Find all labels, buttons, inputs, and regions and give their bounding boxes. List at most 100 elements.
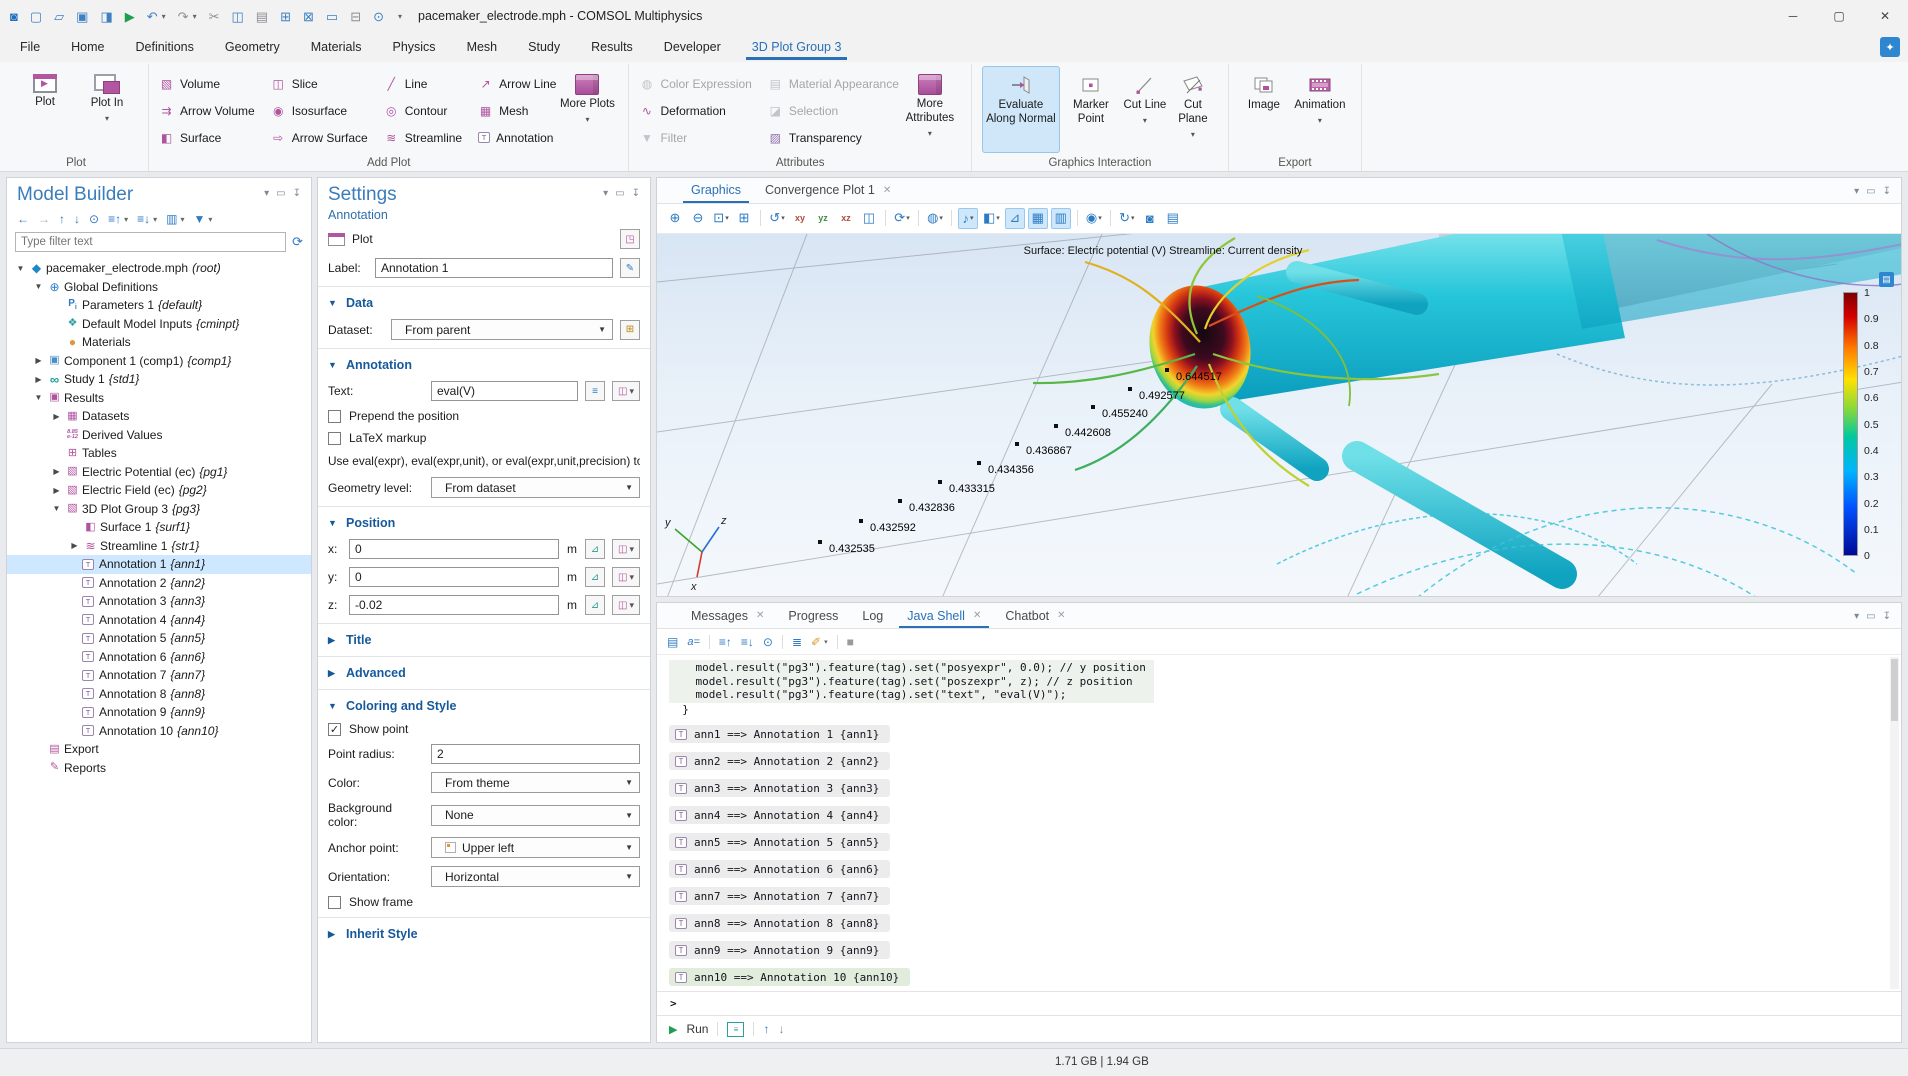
view-xy-icon[interactable]: xy bbox=[790, 208, 810, 229]
section-position[interactable]: ▼Position bbox=[328, 516, 640, 530]
history-up-icon[interactable]: ↑ bbox=[763, 1022, 769, 1036]
tab-geometry[interactable]: Geometry bbox=[223, 34, 282, 60]
marker-point-button[interactable]: Marker Point bbox=[1060, 66, 1122, 153]
pin-panel-icon[interactable]: ↧ bbox=[1883, 611, 1891, 628]
tab-3d-plot-group-3[interactable]: 3D Plot Group 3 bbox=[750, 34, 844, 60]
tab-progress[interactable]: Progress bbox=[776, 603, 850, 628]
tree-node-annotation-7[interactable]: TAnnotation 7{ann7} bbox=[7, 666, 311, 685]
pin-panel-icon[interactable]: ↧ bbox=[632, 188, 640, 199]
tree-node-derived-values[interactable]: 8.85e-12Derived Values bbox=[7, 426, 311, 445]
tree-node-materials[interactable]: ●Materials bbox=[7, 333, 311, 352]
show-legend-icon[interactable]: ▥ bbox=[1051, 208, 1071, 229]
back-icon[interactable]: ← bbox=[17, 212, 29, 226]
background-color-select[interactable]: None▼ bbox=[431, 805, 640, 826]
filter-icon[interactable]: ▼ bbox=[193, 212, 205, 226]
history-down-icon[interactable]: ↓ bbox=[778, 1022, 784, 1036]
run-icon[interactable]: ▶ bbox=[669, 1023, 677, 1036]
view-yz-icon[interactable]: yz bbox=[813, 208, 833, 229]
move-up-icon[interactable]: ↑ bbox=[59, 212, 65, 226]
tree-filter-input[interactable] bbox=[15, 232, 286, 252]
zoom-box-icon[interactable]: ⊡▾ bbox=[711, 208, 731, 229]
y-position-input[interactable] bbox=[349, 567, 559, 587]
add-line-button[interactable]: ╱Line bbox=[384, 77, 462, 91]
pin-panel-icon[interactable]: ↧ bbox=[293, 188, 301, 199]
run-button[interactable]: Run bbox=[686, 1022, 708, 1036]
tree-node-global-definitions[interactable]: ▼⊕Global Definitions bbox=[7, 278, 311, 297]
tab-java-shell[interactable]: Java Shell✕ bbox=[895, 603, 993, 628]
tree-node-annotation-5[interactable]: TAnnotation 5{ann5} bbox=[7, 629, 311, 648]
zoom-extents-icon[interactable]: ⊞ bbox=[734, 208, 754, 229]
pin-panel-icon[interactable]: ↧ bbox=[1883, 186, 1891, 203]
show-point-checkbox[interactable]: ✓ Show point bbox=[328, 722, 640, 736]
prepend-position-checkbox[interactable]: Prepend the position bbox=[328, 409, 640, 423]
tree-node-export[interactable]: ▤Export bbox=[7, 740, 311, 759]
image-button[interactable]: Image bbox=[1239, 66, 1289, 153]
x-range-icon[interactable]: ⊿ bbox=[585, 539, 605, 559]
tree-node-annotation-2[interactable]: TAnnotation 2{ann2} bbox=[7, 574, 311, 593]
tab-messages[interactable]: Messages✕ bbox=[679, 603, 776, 628]
anchor-point-select[interactable]: Upper left▼ bbox=[431, 837, 640, 858]
tab-home[interactable]: Home bbox=[69, 34, 106, 60]
geometry-level-select[interactable]: From dataset▼ bbox=[431, 477, 640, 498]
rename-icon[interactable]: ✎ bbox=[620, 258, 640, 278]
latex-markup-checkbox[interactable]: LaTeX markup bbox=[328, 431, 640, 445]
float-panel-icon[interactable]: ▭ bbox=[1866, 186, 1875, 203]
tab-study[interactable]: Study bbox=[526, 34, 562, 60]
add-streamline-button[interactable]: ≋Streamline bbox=[384, 131, 462, 145]
dataset-select[interactable]: From parent▼ bbox=[391, 319, 613, 340]
tab-log[interactable]: Log bbox=[850, 603, 895, 628]
tree-node-annotation-3[interactable]: TAnnotation 3{ann3} bbox=[7, 592, 311, 611]
tab-definitions[interactable]: Definitions bbox=[134, 34, 196, 60]
sound-icon[interactable]: ♪▾ bbox=[958, 208, 978, 229]
list-icon[interactable]: ≣ bbox=[792, 635, 802, 649]
more-plots-button[interactable]: More Plots▾ bbox=[556, 66, 618, 153]
tree-node-annotation-4[interactable]: TAnnotation 4{ann4} bbox=[7, 611, 311, 630]
update-plot-icon[interactable]: ↻▾ bbox=[1117, 208, 1137, 229]
panel-menu-icon[interactable]: ▾ bbox=[1854, 186, 1859, 203]
tree-node-annotation-6[interactable]: TAnnotation 6{ann6} bbox=[7, 648, 311, 667]
select-box-icon[interactable]: ▭ bbox=[326, 10, 338, 23]
add-annotation-button[interactable]: TAnnotation bbox=[478, 131, 556, 145]
cut-plane-button[interactable]: Cut Plane▾ bbox=[1168, 66, 1218, 153]
tree-node-annotation-9[interactable]: TAnnotation 9{ann9} bbox=[7, 703, 311, 722]
tree-node-streamline-1[interactable]: ▶≋Streamline 1{str1} bbox=[7, 537, 311, 556]
duplicate-icon[interactable]: ⊞ bbox=[280, 10, 291, 23]
z-menu-icon[interactable]: ◫▾ bbox=[612, 595, 640, 615]
panel-menu-icon[interactable]: ▾ bbox=[264, 188, 269, 199]
z-position-input[interactable] bbox=[349, 595, 559, 615]
new-file-icon[interactable]: ▢ bbox=[30, 10, 42, 23]
indent-less-icon[interactable]: ≡↓ bbox=[741, 635, 754, 649]
go-to-view-icon[interactable]: ↺▾ bbox=[767, 208, 787, 229]
y-range-icon[interactable]: ⊿ bbox=[585, 567, 605, 587]
close-tab-icon[interactable]: ✕ bbox=[883, 185, 891, 196]
tree-node-3d-plot-group-3[interactable]: ▼▧3D Plot Group 3{pg3} bbox=[7, 500, 311, 519]
settings-plot-button[interactable]: Plot bbox=[352, 232, 373, 246]
minimize-button[interactable]: ─ bbox=[1770, 0, 1816, 32]
add-arrow-volume-button[interactable]: ⇉Arrow Volume bbox=[159, 104, 255, 118]
open-file-icon[interactable]: ▱ bbox=[54, 10, 64, 23]
x-position-input[interactable] bbox=[349, 539, 559, 559]
node-text-icon[interactable]: ▥ bbox=[166, 212, 177, 226]
shell-prompt[interactable]: > bbox=[657, 991, 1901, 1015]
tree-node-study-1[interactable]: ▶∞Study 1{std1} bbox=[7, 370, 311, 389]
undo-icon[interactable]: ↶ bbox=[147, 10, 158, 23]
assign-icon[interactable]: a= bbox=[687, 636, 700, 648]
tree-node-default-model-inputs[interactable]: ❖Default Model Inputs{cminpt} bbox=[7, 315, 311, 334]
section-advanced[interactable]: ▶Advanced bbox=[328, 666, 640, 680]
maximize-button[interactable]: ▢ bbox=[1816, 0, 1862, 32]
plot-in-button[interactable]: Plot In ▾ bbox=[76, 66, 138, 153]
float-panel-icon[interactable]: ▭ bbox=[615, 188, 624, 199]
redo-dropdown-icon[interactable]: ▾ bbox=[193, 12, 197, 21]
tab-chatbot[interactable]: Chatbot✕ bbox=[993, 603, 1077, 628]
select-mode-icon[interactable]: ◉▾ bbox=[1084, 208, 1104, 229]
tree-node-datasets[interactable]: ▶▦Datasets bbox=[7, 407, 311, 426]
view-xz-icon[interactable]: xz bbox=[836, 208, 856, 229]
add-isosurface-button[interactable]: ◉Isosurface bbox=[271, 104, 368, 118]
indent-more-icon[interactable]: ≡↑ bbox=[719, 635, 732, 649]
section-coloring-and-style[interactable]: ▼Coloring and Style bbox=[328, 699, 640, 713]
tree-node-tables[interactable]: ⊞Tables bbox=[7, 444, 311, 463]
add-arrow-surface-button[interactable]: ⇨Arrow Surface bbox=[271, 131, 368, 145]
tab-file[interactable]: File bbox=[18, 34, 42, 60]
tab-developer[interactable]: Developer bbox=[662, 34, 723, 60]
tree-node-component-1[interactable]: ▶▣Component 1 (comp1){comp1} bbox=[7, 352, 311, 371]
